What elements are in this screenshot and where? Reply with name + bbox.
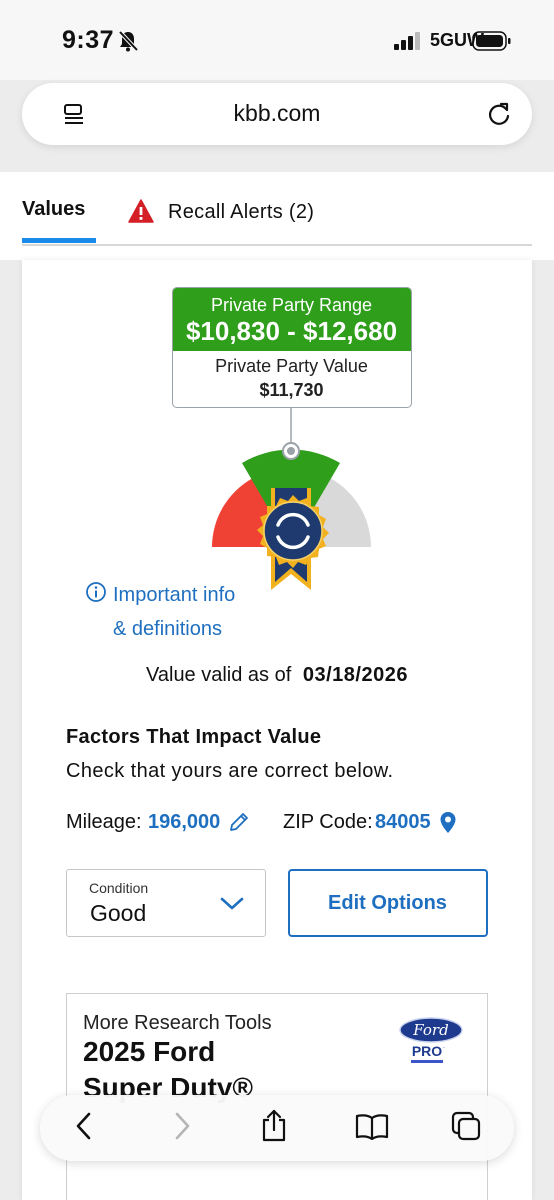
share-icon: [259, 1109, 289, 1148]
bookmarks-icon: [354, 1112, 390, 1145]
address-bar[interactable]: kbb.com: [22, 83, 532, 145]
condition-value[interactable]: Good: [90, 900, 146, 927]
forward-button[interactable]: [162, 1108, 202, 1148]
location-pin-icon[interactable]: [439, 811, 457, 840]
status-time: 9:37: [62, 26, 115, 54]
alert-triangle-icon: [128, 199, 154, 228]
factors-subtitle: Check that yours are correct below.: [66, 760, 394, 782]
research-title-line1: 2025 Ford: [83, 1036, 216, 1067]
private-party-value: $11,730: [259, 380, 324, 400]
bookmarks-button[interactable]: [352, 1108, 392, 1148]
info-circle-icon[interactable]: [85, 581, 107, 608]
factors-title: Factors That Impact Value: [66, 726, 322, 748]
mileage-value[interactable]: 196,000: [148, 811, 220, 834]
back-icon: [73, 1111, 95, 1146]
reload-icon[interactable]: [486, 101, 512, 132]
definitions-link[interactable]: & definitions: [113, 618, 222, 641]
research-label: More Research Tools: [83, 1012, 272, 1034]
active-tab-indicator: [22, 238, 96, 243]
important-info-link[interactable]: Important info: [113, 584, 235, 607]
edit-options-label: Edit Options: [328, 892, 447, 914]
zip-label: ZIP Code:: [283, 811, 373, 833]
price-range-box: Private Party Range $10,830 - $12,680 Pr…: [172, 287, 412, 408]
edit-options-button[interactable]: Edit Options: [288, 869, 488, 937]
forward-icon: [171, 1111, 193, 1146]
tab-recall-alerts[interactable]: Recall Alerts (2): [168, 201, 314, 224]
tabs-divider: [22, 244, 532, 246]
condition-select[interactable]: Condition Good: [66, 869, 266, 937]
range-value: $10,830 - $12,680: [185, 316, 398, 346]
zip-value[interactable]: 84005: [375, 811, 431, 834]
battery-icon: [472, 30, 512, 57]
browser-toolbar: [40, 1095, 514, 1161]
tab-values[interactable]: Values: [22, 198, 85, 221]
tabs-overview-button[interactable]: [446, 1108, 486, 1148]
condition-label: Condition: [89, 880, 149, 896]
url-text[interactable]: kbb.com: [22, 100, 532, 127]
range-label: Private Party Range: [210, 295, 373, 315]
svg-text:.: .: [443, 1043, 445, 1050]
pencil-icon[interactable]: [228, 811, 250, 838]
back-button[interactable]: [64, 1108, 104, 1148]
value-valid-line: Value valid as of 03/18/2026: [22, 664, 532, 687]
svg-text:Ford: Ford: [412, 1021, 448, 1039]
tabs-bar: Values Recall Alerts (2): [0, 172, 554, 260]
chevron-down-icon[interactable]: [219, 895, 245, 918]
signal-icon: [394, 32, 422, 55]
svg-text:PRO: PRO: [412, 1043, 442, 1059]
value-gauge: [207, 408, 377, 603]
valid-date: 03/18/2026: [302, 664, 408, 686]
price-range-header: Private Party Range $10,830 - $12,680: [173, 288, 411, 351]
tabs-icon: [450, 1110, 482, 1147]
bell-slash-icon: [117, 30, 139, 57]
status-bar: 9:37 5GUW: [0, 0, 554, 80]
valuation-card: Private Party Range $10,830 - $12,680 Pr…: [22, 260, 532, 1200]
valid-label: Value valid as of: [146, 664, 292, 686]
share-button[interactable]: [254, 1108, 294, 1148]
ford-pro-logo: Ford PRO .: [397, 1016, 467, 1073]
private-party-value-label: Private Party Value: [215, 356, 368, 376]
mileage-label: Mileage:: [66, 811, 142, 833]
